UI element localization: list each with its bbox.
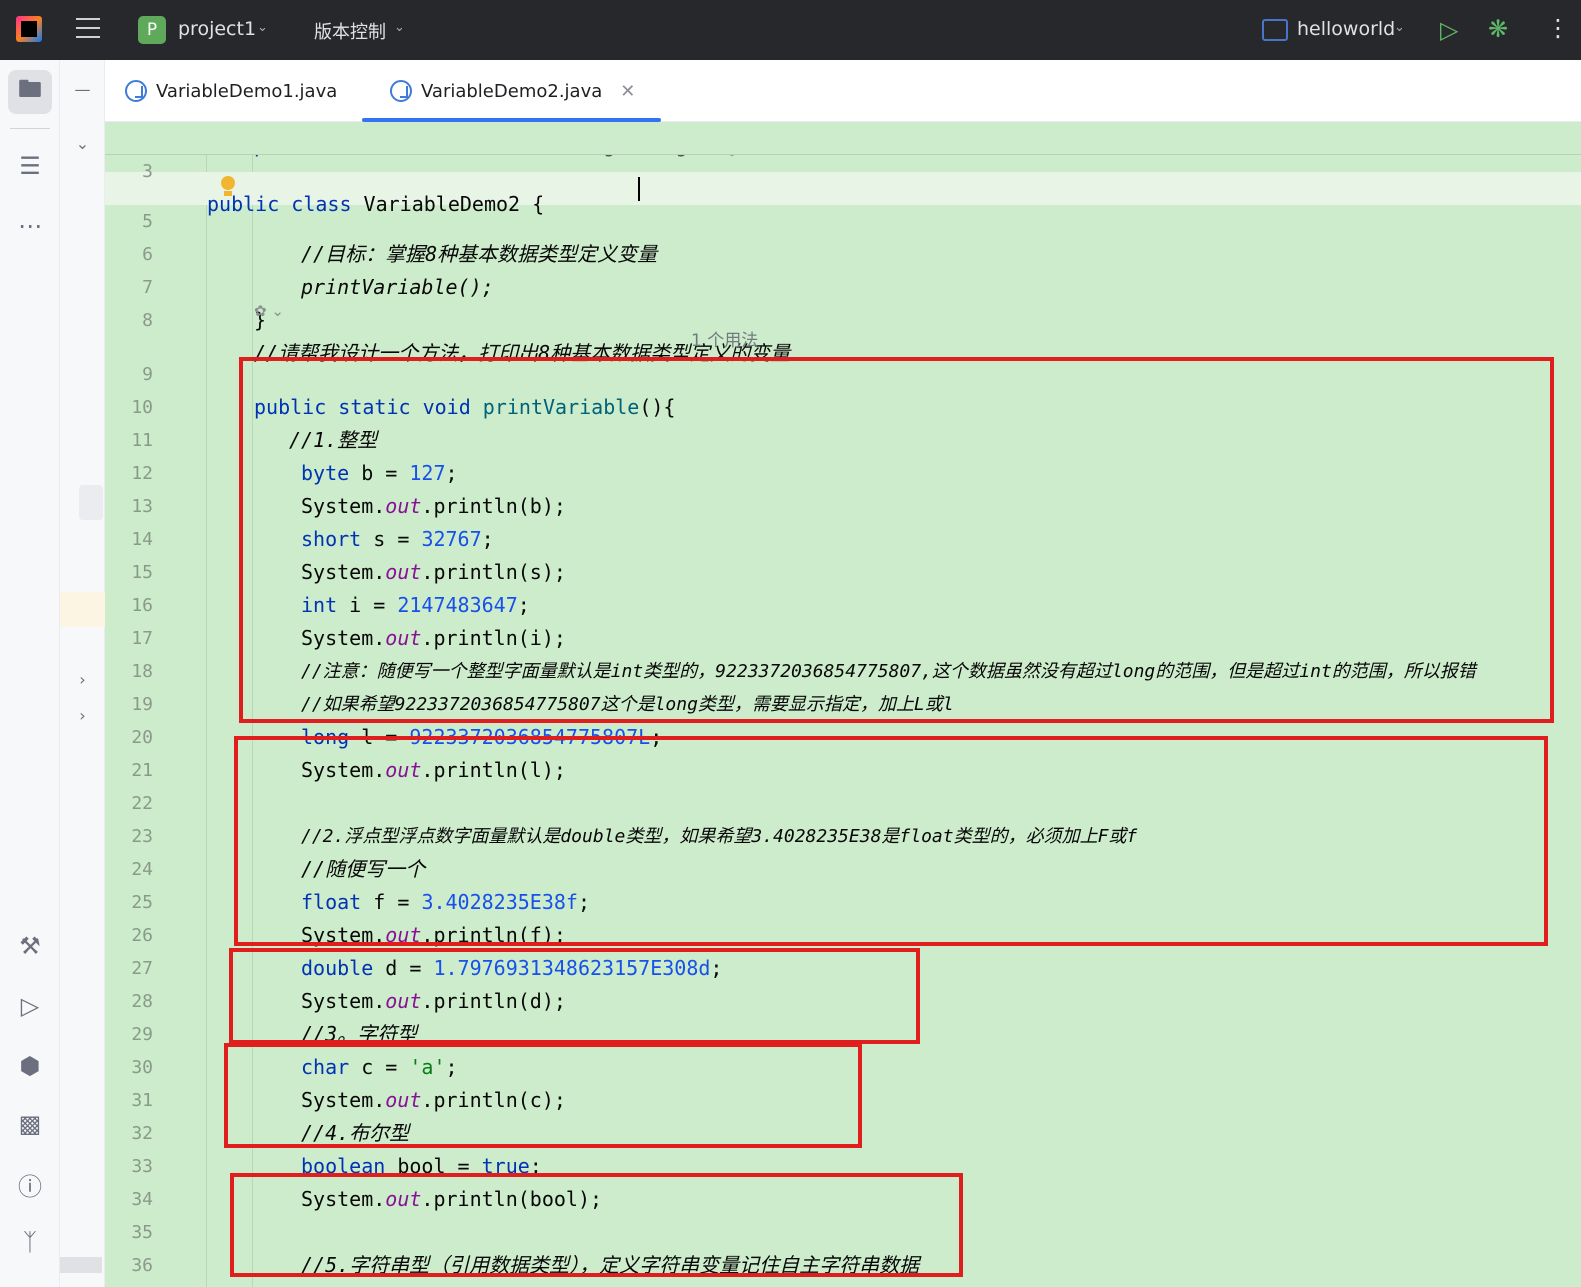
run-icon[interactable]: ▷ — [1440, 16, 1458, 44]
tab-variabledemo2[interactable]: VariableDemo2.java ✕ — [361, 60, 662, 122]
structure-icon[interactable]: ☰ — [8, 144, 52, 188]
vcs-menu[interactable]: 版本控制 — [314, 18, 386, 44]
sticky-class-header[interactable]: 3 public class VariableDemo2 { — [105, 122, 1581, 216]
project-folder-icon[interactable]: 🖿 — [8, 70, 52, 114]
problems-icon[interactable]: ⓘ — [8, 1162, 52, 1206]
line-number: 3 — [142, 161, 153, 182]
project-badge[interactable]: P — [138, 16, 166, 44]
usages-inlay-hint[interactable]: 1 个用法 — [691, 325, 758, 358]
code-line: String str = "hello world"; — [301, 1282, 626, 1287]
services-icon[interactable]: ⬢ — [8, 1044, 52, 1088]
horizontal-scrollbar[interactable] — [60, 1257, 102, 1273]
tab-label: VariableDemo1.java — [156, 80, 338, 102]
project-selector[interactable]: project1 — [178, 18, 256, 40]
run-tool-icon[interactable]: ▷ — [8, 984, 52, 1028]
project-panel-strip: — ⌄ › › — [60, 60, 105, 1287]
code-editor[interactable]: 3 public class VariableDemo2 { 4 public … — [105, 122, 1581, 1287]
terminal-icon[interactable]: ▩ — [8, 1102, 52, 1146]
line-number: 37 — [105, 1282, 153, 1287]
java-class-icon — [390, 80, 412, 102]
lightbulb-icon[interactable] — [221, 176, 235, 198]
close-tab-icon[interactable]: ✕ — [620, 81, 635, 102]
main-menu-icon[interactable] — [76, 18, 100, 40]
run-config-icon — [1262, 19, 1288, 41]
text-caret — [638, 177, 640, 201]
chevron-right-icon[interactable]: › — [60, 670, 105, 689]
more-options-icon[interactable]: ⋮ — [1546, 14, 1570, 42]
git-branch-icon[interactable]: ᛉ — [8, 1220, 52, 1264]
collapse-panel-icon[interactable]: — — [60, 80, 105, 99]
code-line: public class VariableDemo2 { — [207, 192, 545, 216]
more-tools-icon[interactable]: ⋯ — [8, 204, 52, 248]
panel-scrollbar[interactable] — [79, 485, 103, 520]
chevron-down-icon[interactable]: ⌄ — [1394, 20, 1405, 35]
debug-icon[interactable]: ❋ — [1488, 15, 1508, 43]
highlighted-row — [60, 592, 105, 627]
chevron-down-icon[interactable]: ⌄ — [60, 134, 105, 153]
ai-assist-icon[interactable]: ✿ ⌄ — [254, 302, 284, 320]
run-config-selector[interactable]: helloworld — [1297, 18, 1395, 40]
editor-tabs: VariableDemo1.java VariableDemo2.java ✕ — [105, 60, 1581, 122]
tool-window-bar: 🖿 ☰ ⋯ ⚒ ▷ ⬢ ▩ ⓘ ᛉ — [0, 60, 60, 1287]
chevron-down-icon[interactable]: ⌄ — [394, 20, 405, 35]
chevron-down-icon[interactable]: ⌄ — [257, 20, 268, 35]
tab-variabledemo1[interactable]: VariableDemo1.java — [125, 60, 337, 122]
ide-logo-icon — [16, 16, 42, 42]
toolbar-divider — [10, 128, 50, 129]
build-hammer-icon[interactable]: ⚒ — [8, 924, 52, 968]
chevron-right-icon[interactable]: › — [60, 706, 105, 725]
tab-label: VariableDemo2.java — [421, 80, 603, 102]
title-bar: P project1 ⌄ 版本控制 ⌄ helloworld ⌄ ▷ ❋ ⋮ — [0, 0, 1581, 60]
java-class-icon — [125, 80, 147, 102]
